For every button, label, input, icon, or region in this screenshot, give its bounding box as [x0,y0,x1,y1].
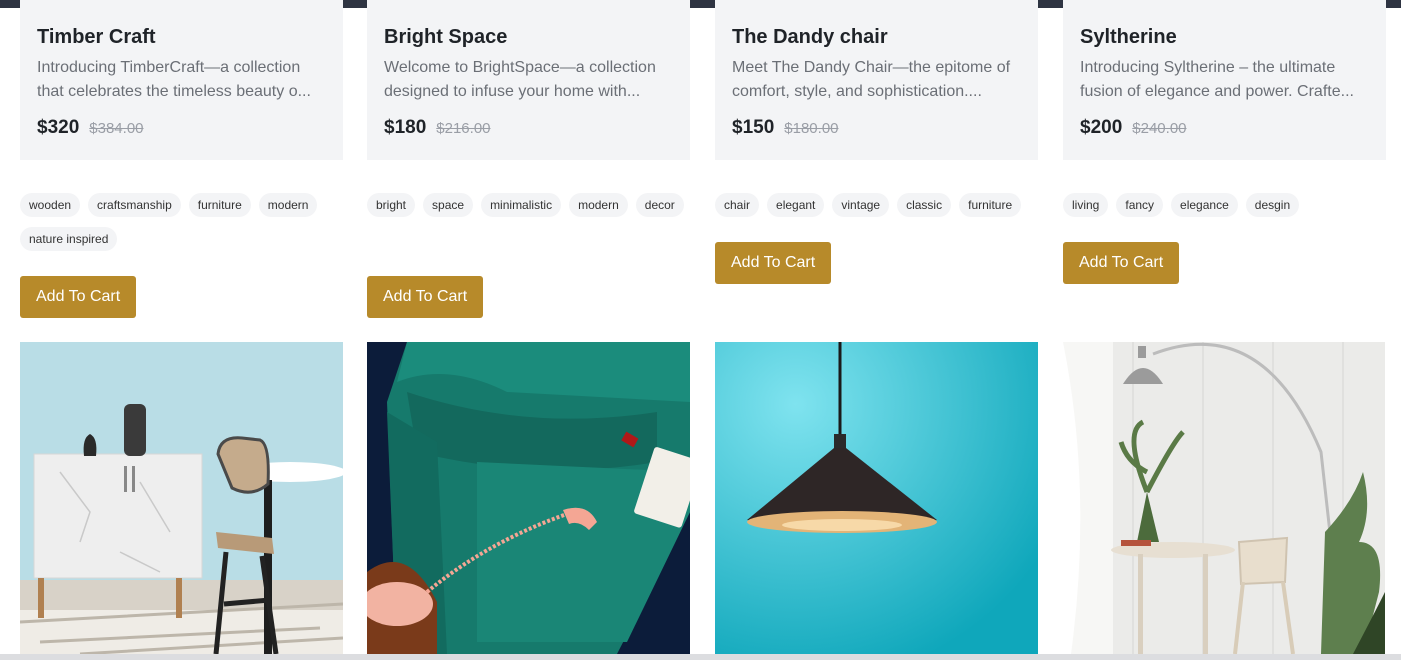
product-card-syltherine: Syltherine Introducing Syltherine – the … [1063,0,1386,654]
horizontal-scrollbar[interactable] [0,654,1401,660]
current-price: $180 [384,117,427,138]
product-image[interactable] [20,342,343,654]
original-price: $240.00 [1132,120,1187,137]
tag-chip[interactable]: chair [715,193,760,217]
product-title[interactable]: Timber Craft [37,26,156,49]
original-price: $180.00 [784,120,839,137]
original-price: $384.00 [89,120,144,137]
price-row: $180 $216.00 [384,117,491,139]
tag-chip[interactable]: furniture [959,193,1022,217]
tag-chip[interactable]: minimalistic [481,193,562,217]
product-description: Introducing TimberCraft—a collection tha… [37,59,311,100]
product-info-panel: Bright Space Welcome to BrightSpace—a co… [367,0,690,160]
tag-chip[interactable]: furniture [188,193,251,217]
tag-chip[interactable]: desgin [1245,193,1300,217]
price-row: $320 $384.00 [37,117,144,139]
product-title[interactable]: Bright Space [384,26,507,49]
product-description: Meet The Dandy Chair—the epitome of comf… [732,59,1011,100]
tag-chip[interactable]: living [1063,193,1109,217]
tag-chip[interactable]: vintage [832,193,890,217]
product-title[interactable]: Syltherine [1080,26,1177,49]
tag-chip[interactable]: wooden [20,193,81,217]
add-to-cart-button[interactable]: Add To Cart [1063,242,1180,284]
current-price: $320 [37,117,80,138]
tag-chip[interactable]: classic [897,193,952,217]
price-row: $150 $180.00 [732,117,839,139]
product-info-panel: The Dandy chair Meet The Dandy Chair—the… [715,0,1038,160]
product-description: Introducing Syltherine – the ultimate fu… [1080,59,1354,100]
product-info-panel: Syltherine Introducing Syltherine – the … [1063,0,1386,160]
tag-chip[interactable]: modern [258,193,318,217]
tag-chip[interactable]: elegant [767,193,825,217]
tag-chip[interactable]: craftsmanship [88,193,181,217]
product-image[interactable] [1063,342,1386,654]
tag-list: chair elegant vintage classic furniture [715,193,1038,217]
tag-chip[interactable]: nature inspired [20,227,118,251]
price-row: $200 $240.00 [1080,117,1187,139]
tag-chip[interactable]: decor [635,193,684,217]
product-description: Welcome to BrightSpace—a collection desi… [384,59,656,100]
product-image[interactable] [715,342,1038,654]
product-image[interactable] [367,342,690,654]
tag-list: living fancy elegance desgin [1063,193,1386,217]
tag-list: bright space minimalistic modern decor [367,193,690,217]
tag-chip[interactable]: modern [569,193,628,217]
tag-chip[interactable]: fancy [1116,193,1164,217]
add-to-cart-button[interactable]: Add To Cart [715,242,832,284]
tag-list: wooden craftsmanship furniture modern na… [20,193,343,251]
original-price: $216.00 [436,120,491,137]
product-card-timber-craft: Timber Craft Introducing TimberCraft—a c… [20,0,343,654]
add-to-cart-button[interactable]: Add To Cart [20,276,137,318]
product-info-panel: Timber Craft Introducing TimberCraft—a c… [20,0,343,160]
product-card-bright-space: Bright Space Welcome to BrightSpace—a co… [367,0,690,654]
current-price: $150 [732,117,775,138]
product-card-the-dandy-chair: The Dandy chair Meet The Dandy Chair—the… [715,0,1038,654]
product-title[interactable]: The Dandy chair [732,26,888,49]
tag-chip[interactable]: space [423,193,474,217]
current-price: $200 [1080,117,1123,138]
tag-chip[interactable]: bright [367,193,416,217]
add-to-cart-button[interactable]: Add To Cart [367,276,484,318]
tag-chip[interactable]: elegance [1171,193,1238,217]
